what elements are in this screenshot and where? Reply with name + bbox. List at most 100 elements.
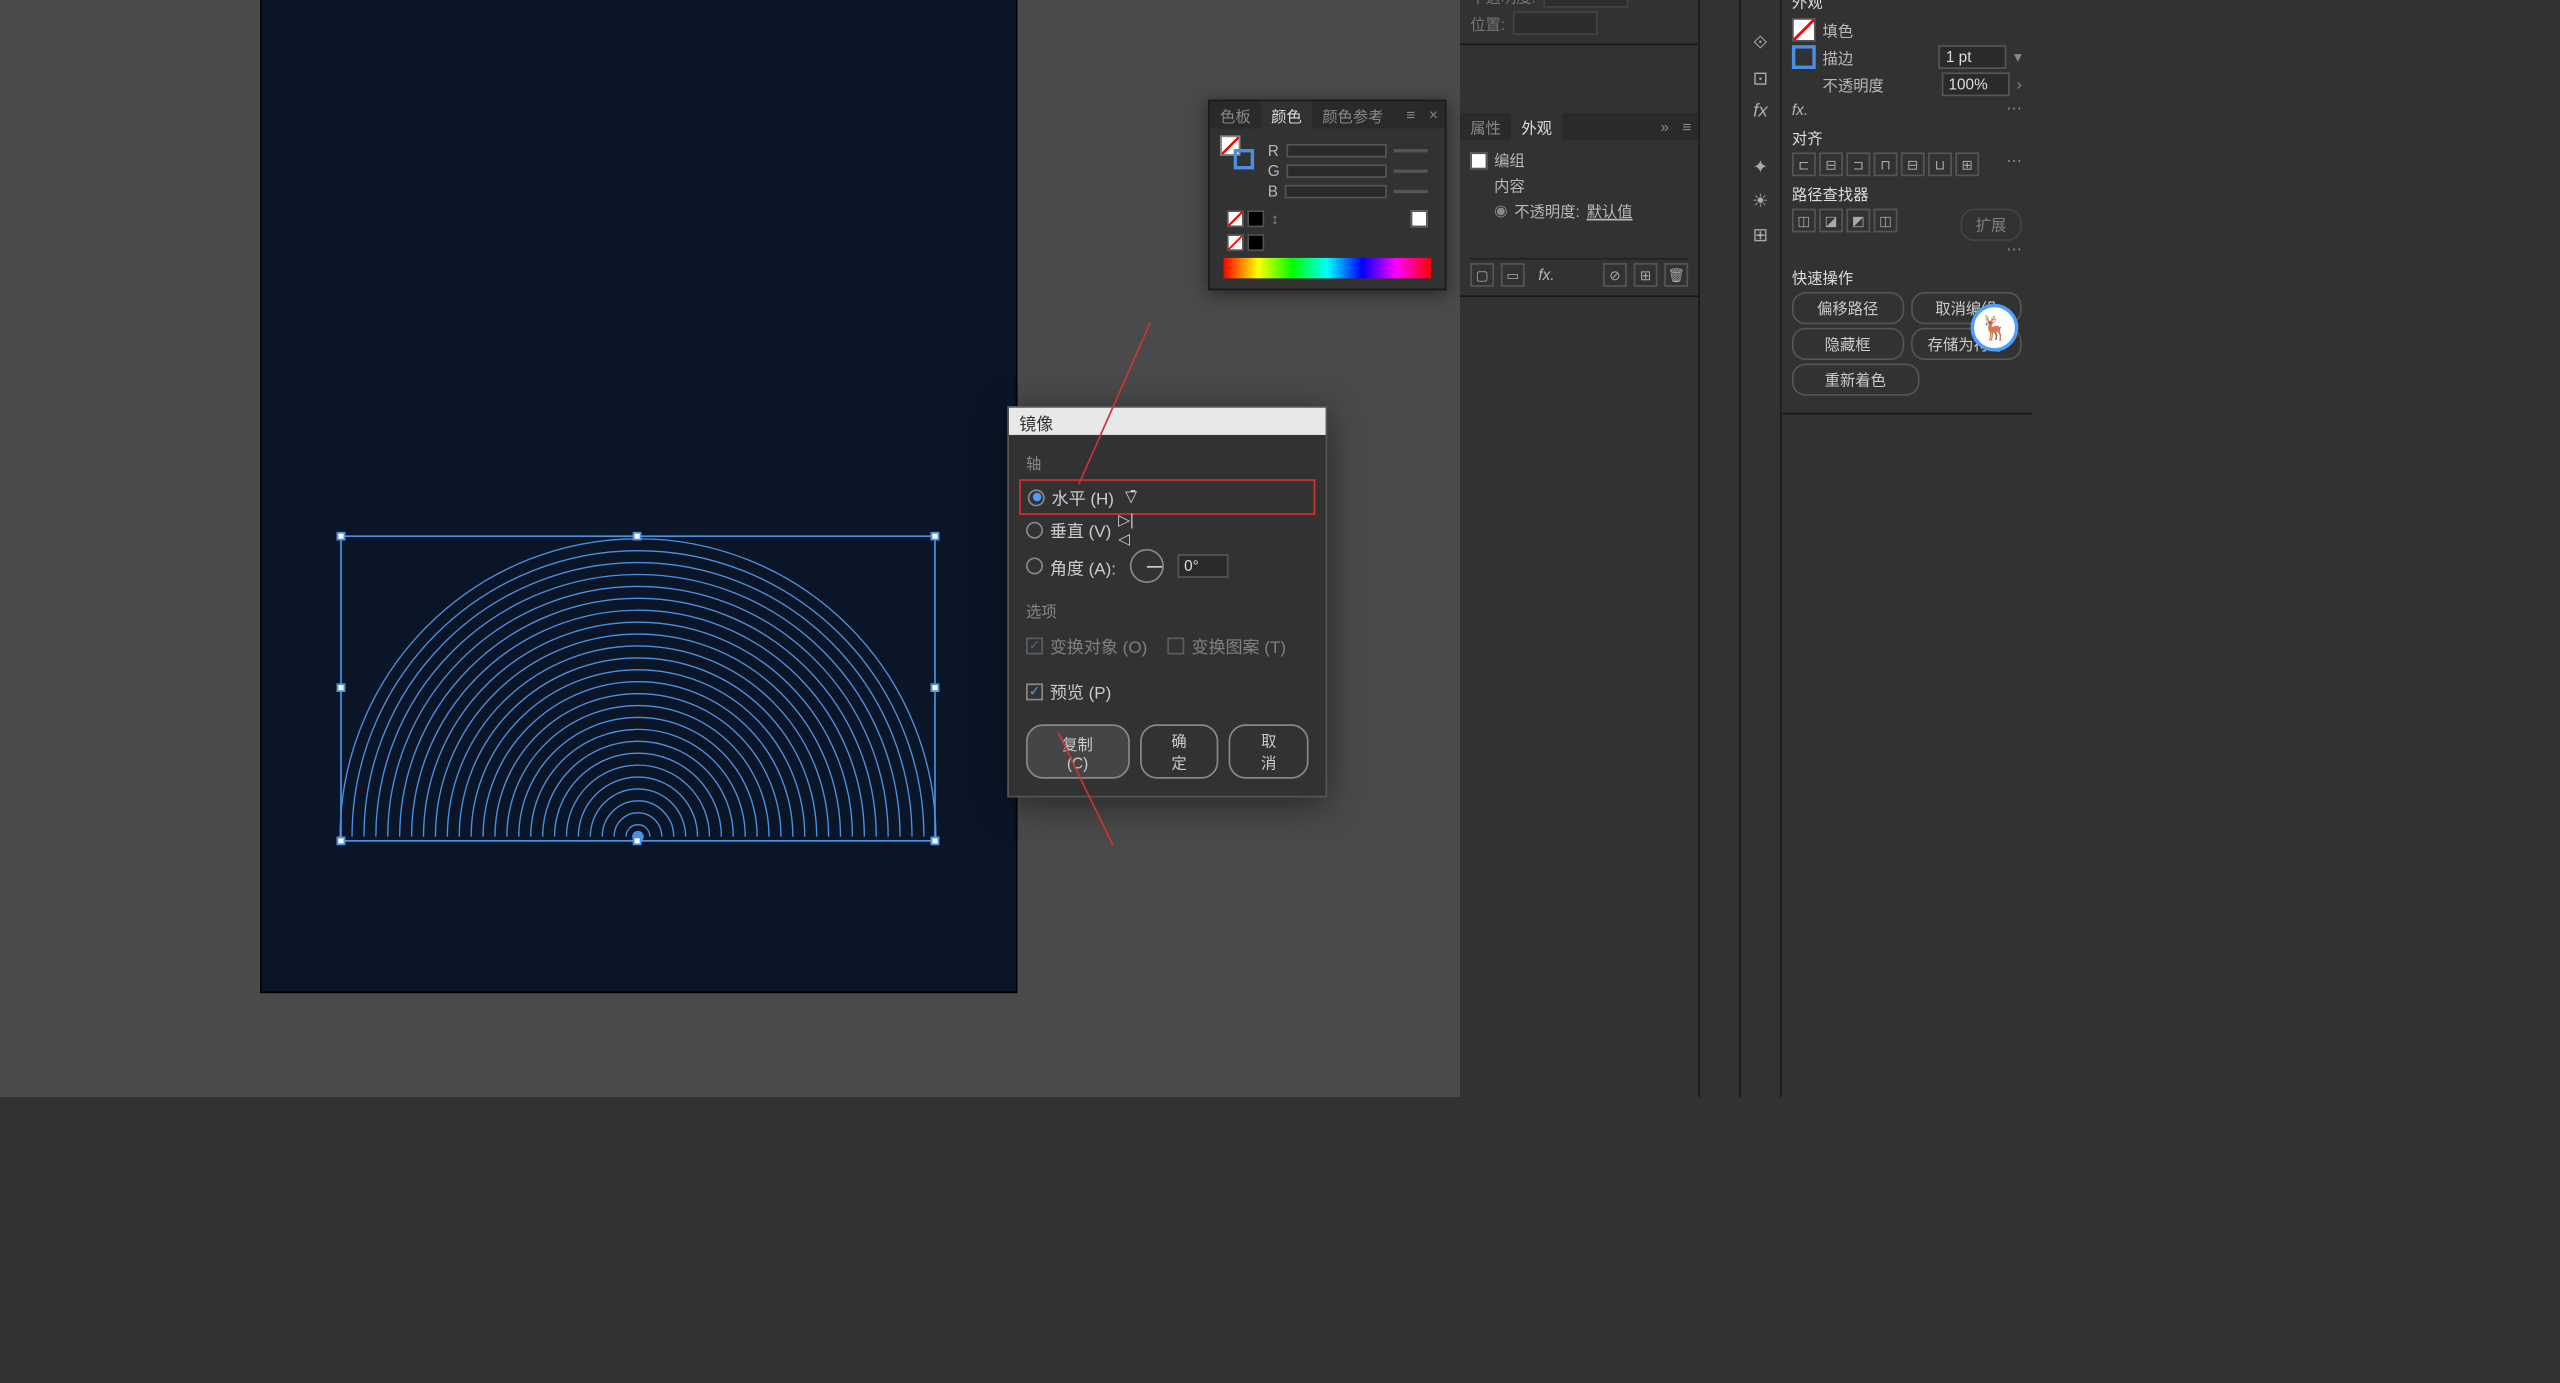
panel-collapse-icon[interactable]: » <box>1654 118 1676 135</box>
vertical-radio[interactable] <box>1026 521 1043 538</box>
gradient-panel: 描边 渐变 透明度 » ≡ 类型: 描边: ▭ ▬ ▭ Δ <box>1460 0 1698 45</box>
prop-stroke-swatch[interactable] <box>1792 45 1816 69</box>
watermark-badge: 🦌 <box>1971 304 2019 352</box>
align-section: 对齐 <box>1792 127 2022 149</box>
collapsed-panel-strip-2: ▹ ▶ ⊡ A Aⁱ ⟐ ⊡ fx ✦ ☀ ⊞ <box>1739 0 1780 1097</box>
gradient-opacity-label: 不透明度: <box>1470 0 1536 7</box>
align-right-icon[interactable]: ⊐ <box>1846 152 1870 176</box>
color-panel: 色板 颜色 颜色参考 ≡ × R G B ↕ <box>1208 100 1446 291</box>
reflect-dialog: 镜像 轴 水平 (H) ▽̄ 垂直 (V) ▷|◁ 角度 (A): 选项 <box>1007 406 1327 797</box>
intersect-icon[interactable]: ◩ <box>1846 209 1870 233</box>
g-slider[interactable] <box>1286 164 1386 178</box>
g-label: G <box>1268 163 1280 180</box>
cancel-button[interactable]: 取消 <box>1229 724 1308 778</box>
align-left-icon[interactable]: ⊏ <box>1792 152 1816 176</box>
prop-stroke-input[interactable] <box>1939 45 2007 69</box>
collapsed-align-icon[interactable]: ☀ <box>1745 185 1776 216</box>
r-label: R <box>1268 142 1279 159</box>
recolor-button[interactable]: 重新着色 <box>1792 363 1919 395</box>
g-value[interactable] <box>1394 169 1428 172</box>
distribute-icon[interactable]: ⊞ <box>1955 152 1979 176</box>
appearance-panel: 属性 外观 » ≡ 编组 内容 ◉ 不透明度: 默认值 ▢ ▭ fx. <box>1460 113 1698 297</box>
clear-icon[interactable]: ⊘ <box>1603 263 1627 287</box>
collapsed-transform-icon[interactable]: ⊡ <box>1745 62 1776 93</box>
collapsed-pathfinder-icon[interactable]: ⊞ <box>1745 219 1776 250</box>
align-vcenter-icon[interactable]: ⊟ <box>1901 152 1925 176</box>
preview-checkbox[interactable] <box>1026 683 1043 700</box>
appearance-group-label: 编组 <box>1494 149 1525 171</box>
more-appearance-icon[interactable]: ⋯ <box>2006 100 2021 119</box>
align-bottom-icon[interactable]: ⊔ <box>1928 152 1952 176</box>
b-slider[interactable] <box>1285 185 1387 199</box>
prop-opacity-label: 不透明度 <box>1823 73 1884 95</box>
unite-icon[interactable]: ◫ <box>1792 209 1816 233</box>
color-tab[interactable]: 颜色 <box>1261 100 1312 129</box>
collapsed-brush-icon[interactable]: ✦ <box>1745 151 1776 182</box>
ok-button[interactable]: 确定 <box>1139 724 1218 778</box>
horizontal-label: 水平 (H) <box>1052 484 1114 510</box>
more-align-icon[interactable]: ⋯ <box>2006 152 2021 176</box>
align-top-icon[interactable]: ⊓ <box>1874 152 1898 176</box>
attributes-tab[interactable]: 属性 <box>1460 112 1511 141</box>
prop-fx-button[interactable]: fx. <box>1792 100 1808 117</box>
pathfinder-section: 路径查找器 <box>1792 183 2022 205</box>
delete-appearance-icon[interactable]: 🗑 <box>1664 263 1688 287</box>
prop-fill-swatch[interactable] <box>1792 18 1816 42</box>
none-swatch-2[interactable] <box>1227 234 1244 251</box>
collapsed-link-icon[interactable]: ⟐ <box>1745 28 1776 59</box>
vertical-label: 垂直 (V) <box>1050 517 1111 543</box>
options-section-label: 选项 <box>1026 600 1309 622</box>
new-fill-icon[interactable]: ▢ <box>1470 263 1494 287</box>
collapsed-fx-icon[interactable]: fx <box>1745 96 1776 127</box>
prop-stroke-label: 描边 <box>1823 46 1854 68</box>
black-swatch-2[interactable] <box>1247 234 1264 251</box>
contents-label: 内容 <box>1494 175 1525 197</box>
prop-opacity-input[interactable] <box>1942 72 2010 96</box>
angle-label: 角度 (A): <box>1050 553 1116 579</box>
panel-menu-icon[interactable]: ≡ <box>1676 118 1699 135</box>
properties-panel: 属性 库 图层 ≡ 编组 变换 ⊡ X: 宽: Y: <box>1782 0 2032 415</box>
preview-label: 预览 (P) <box>1050 678 1111 704</box>
right-panel-dock: 描边 渐变 透明度 » ≡ 类型: 描边: ▭ ▬ ▭ Δ <box>1460 0 2032 1097</box>
angle-dial[interactable] <box>1130 549 1164 583</box>
offset-path-button[interactable]: 偏移路径 <box>1792 292 1903 324</box>
expand-button[interactable]: 扩展 <box>1960 209 2021 241</box>
more-pathfinder-icon[interactable]: ⋯ <box>2006 241 2021 258</box>
transform-objects-label: 变换对象 (O) <box>1050 632 1147 658</box>
collapsed-panel-strip-1: ▦ ☁ ◉ ◐ <box>1698 0 1739 1097</box>
color-guide-tab[interactable]: 颜色参考 <box>1312 100 1394 129</box>
angle-input[interactable] <box>1177 554 1228 578</box>
panel-close-icon[interactable]: × <box>1422 106 1445 123</box>
r-value[interactable] <box>1394 149 1428 152</box>
b-value[interactable] <box>1394 190 1428 193</box>
color-fill-stroke[interactable] <box>1220 135 1254 169</box>
swatches-tab[interactable]: 色板 <box>1210 100 1261 129</box>
copy-button[interactable]: 复制 (C) <box>1026 724 1129 778</box>
dialog-title: 镜像 <box>1009 408 1326 435</box>
angle-radio[interactable] <box>1026 557 1043 574</box>
transform-patterns-checkbox <box>1168 637 1185 654</box>
horizontal-radio[interactable] <box>1028 489 1045 506</box>
appearance-opacity-value[interactable]: 默认值 <box>1587 200 1633 222</box>
collapsed-text2-icon[interactable]: Aⁱ <box>1745 0 1776 4</box>
minus-front-icon[interactable]: ◪ <box>1819 209 1843 233</box>
none-swatch[interactable] <box>1227 210 1244 227</box>
transform-objects-checkbox <box>1026 637 1043 654</box>
r-slider[interactable] <box>1286 144 1387 158</box>
appearance-section: 外观 <box>1792 0 2022 13</box>
panel-menu-icon[interactable]: ≡ <box>1400 106 1423 123</box>
selection-bounding-box[interactable] <box>340 535 936 841</box>
black-swatch[interactable] <box>1247 210 1264 227</box>
new-stroke-icon[interactable]: ▭ <box>1501 263 1525 287</box>
duplicate-icon[interactable]: ⊞ <box>1634 263 1658 287</box>
align-hcenter-icon[interactable]: ⊟ <box>1819 152 1843 176</box>
canvas[interactable]: 色板 颜色 颜色参考 ≡ × R G B ↕ <box>0 0 1460 1097</box>
color-spectrum[interactable] <box>1223 258 1431 278</box>
prop-fill-label: 填色 <box>1823 19 1854 41</box>
appearance-tab[interactable]: 外观 <box>1511 112 1562 141</box>
hide-box-button[interactable]: 隐藏框 <box>1792 328 1903 360</box>
white-swatch-2[interactable] <box>1411 210 1428 227</box>
fx-button[interactable]: fx. <box>1538 266 1554 283</box>
exclude-icon[interactable]: ◫ <box>1874 209 1898 233</box>
gradient-position-label: 位置: <box>1470 12 1505 34</box>
